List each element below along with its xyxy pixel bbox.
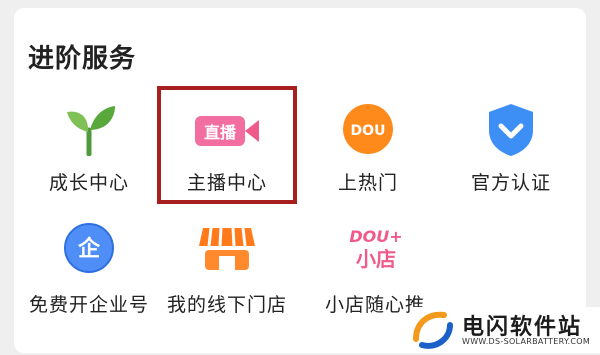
service-go-trending[interactable]: DOU 上热门 (293, 96, 443, 206)
enterprise-badge-text: 企 (77, 236, 101, 262)
service-my-offline-store[interactable]: 我的线下门店 (152, 218, 302, 328)
service-label: 官方认证 (470, 172, 551, 194)
live-camera-icon: 直播 (189, 108, 265, 158)
service-official-verification[interactable]: 官方认证 (436, 96, 586, 206)
watermark-url: WWW.DS-SOLARBATTERY.COM (462, 337, 591, 346)
lightning-logo-icon (410, 309, 456, 355)
sprout-icon (59, 104, 119, 160)
watermark: 电闪软件站 WWW.DS-SOLARBATTERY.COM (410, 307, 600, 353)
section-title: 进阶服务 (28, 44, 137, 74)
service-label: 我的线下门店 (166, 294, 287, 316)
shop-badge-text: 小店 (356, 247, 396, 271)
service-growth-center[interactable]: 成长中心 (14, 96, 164, 206)
dou-badge-text: DOU (351, 123, 386, 139)
service-label: 免费开企业号 (28, 294, 149, 316)
enterprise-icon: 企 (63, 222, 115, 278)
service-streamer-center[interactable]: 直播 主播中心 (152, 96, 302, 206)
service-label: 上热门 (337, 172, 398, 194)
live-badge-text: 直播 (204, 123, 237, 142)
dou-plus-circle-icon: DOU (341, 102, 395, 160)
storefront-icon (197, 222, 257, 278)
dou-plus-shop-icon: DOU+ 小店 (340, 222, 410, 280)
verified-shield-icon (485, 102, 537, 162)
service-label: 主播中心 (186, 172, 267, 194)
service-free-enterprise-account[interactable]: 企 免费开企业号 (14, 218, 164, 328)
dou-plus-text: DOU+ (349, 227, 402, 246)
service-label: 成长中心 (48, 172, 129, 194)
